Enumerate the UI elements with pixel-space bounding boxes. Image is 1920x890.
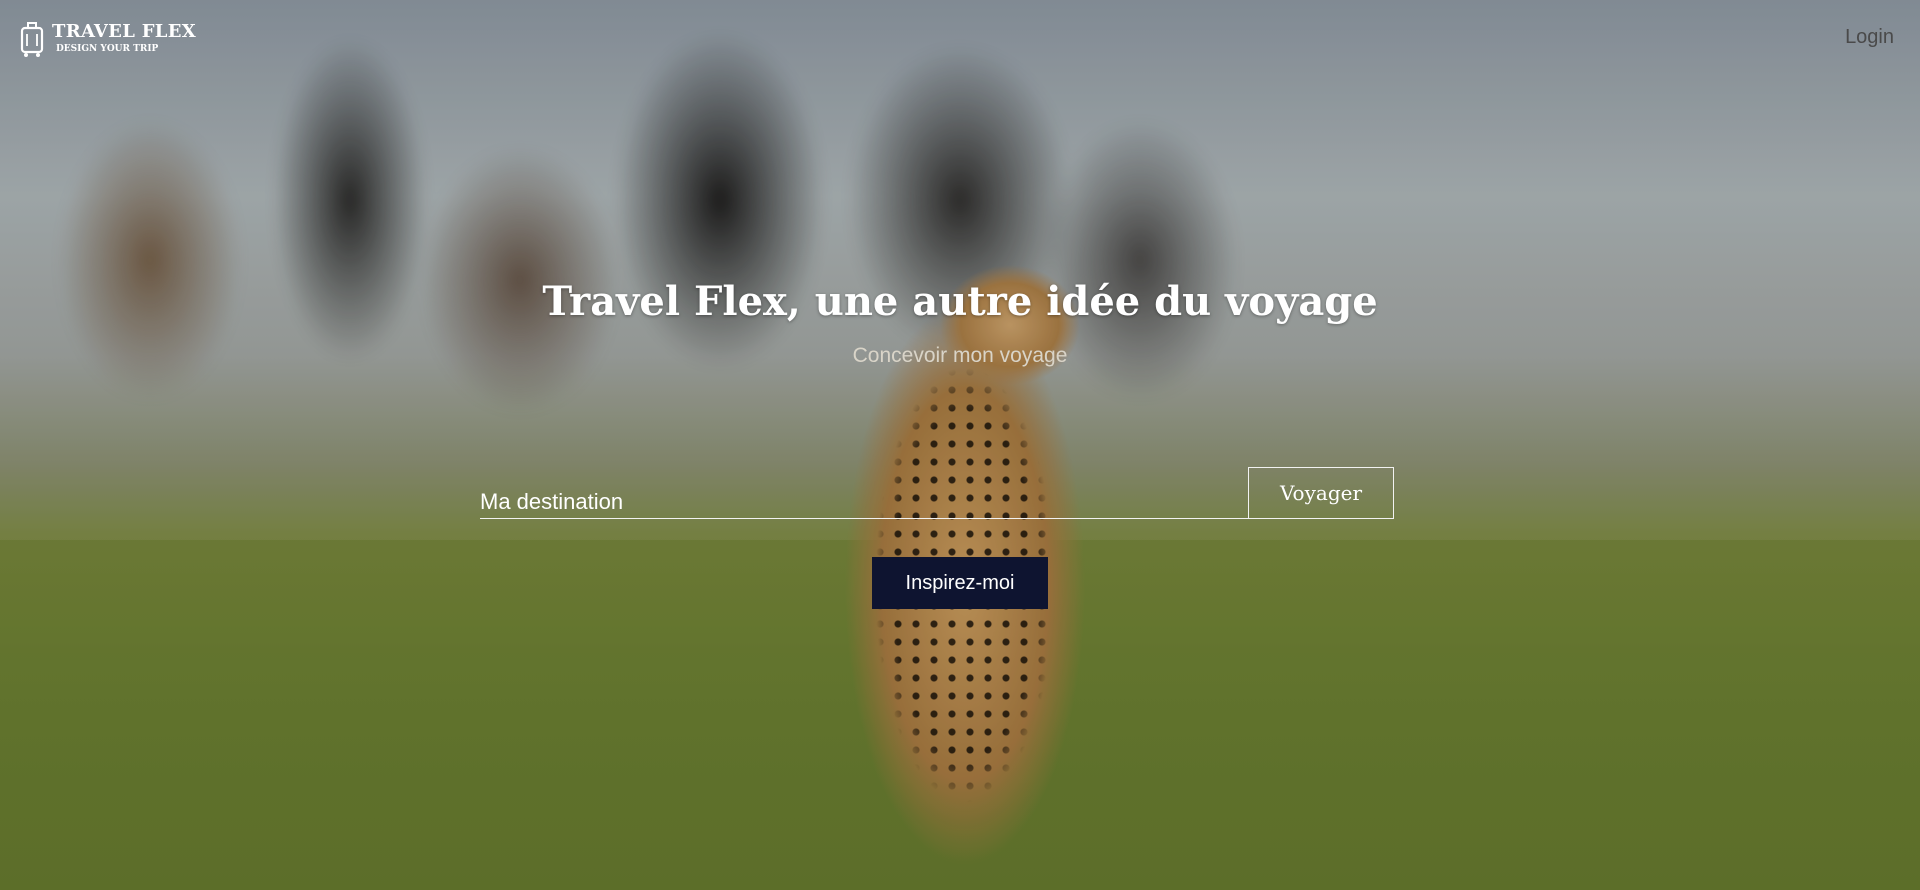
background-overlay xyxy=(0,0,1920,890)
logo-title: TRAVEL FLEX xyxy=(52,20,197,42)
logo-text: TRAVEL FLEX DESIGN YOUR TRIP xyxy=(52,20,197,54)
inspire-me-button[interactable]: Inspirez-moi xyxy=(872,557,1048,609)
voyager-button[interactable]: Voyager xyxy=(1248,467,1394,519)
suitcase-icon xyxy=(20,22,44,57)
hero-section: TRAVEL FLEX DESIGN YOUR TRIP Login Trave… xyxy=(0,0,1920,890)
logo-tagline: DESIGN YOUR TRIP xyxy=(56,43,159,54)
login-link[interactable]: Login xyxy=(1845,26,1894,49)
destination-search: Voyager xyxy=(480,467,1394,519)
hero-subtitle: Concevoir mon voyage xyxy=(852,344,1068,367)
logo[interactable]: TRAVEL FLEX DESIGN YOUR TRIP xyxy=(18,18,196,58)
destination-input[interactable] xyxy=(480,467,1248,519)
hero-title: Travel Flex, une autre idée du voyage xyxy=(542,278,1378,325)
